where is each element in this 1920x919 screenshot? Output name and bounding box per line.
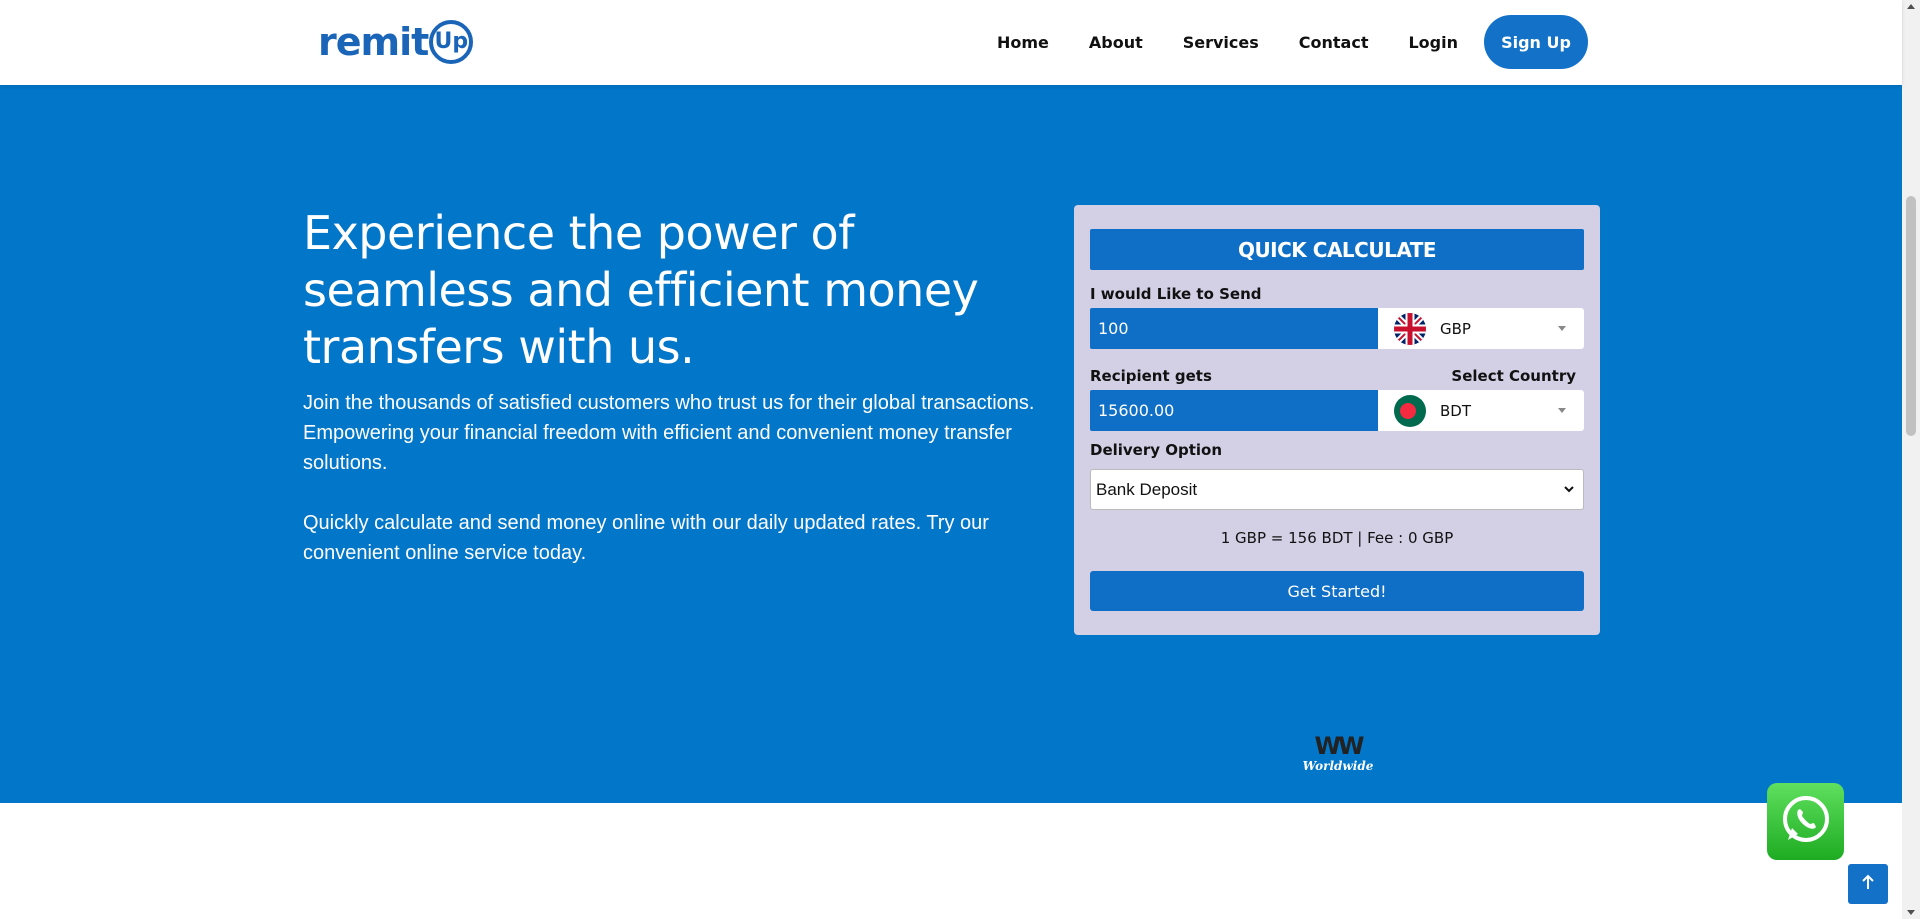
chevron-down-icon <box>1563 482 1575 498</box>
get-started-button[interactable]: Get Started! <box>1090 571 1584 611</box>
nav-services[interactable]: Services <box>1183 33 1259 52</box>
nav-home[interactable]: Home <box>997 33 1049 52</box>
recipient-row: 15600.00 BDT <box>1090 390 1584 431</box>
whatsapp-icon <box>1778 792 1834 852</box>
quick-calculate-card: QUICK CALCULATE I would Like to Send 100… <box>1074 205 1600 635</box>
nav-login[interactable]: Login <box>1408 33 1458 52</box>
card-title: QUICK CALCULATE <box>1090 229 1584 270</box>
send-currency-select[interactable]: GBP <box>1378 308 1584 349</box>
hero-headline: Experience the power of seamless and eff… <box>303 206 979 374</box>
delivery-option-value: Bank Deposit <box>1096 479 1198 499</box>
scrollbar-thumb[interactable] <box>1906 196 1916 436</box>
recipient-currency-code: BDT <box>1440 401 1472 420</box>
recipient-currency-select[interactable]: BDT <box>1378 390 1584 431</box>
send-amount-input[interactable]: 100 <box>1090 308 1378 349</box>
hero-section: Experience the power of seamless and eff… <box>0 85 1902 803</box>
worldwide-logo-mark: WW <box>1314 732 1365 760</box>
worldwide-badge: WW Worldwide <box>1300 733 1376 773</box>
logo-up-text: Up <box>434 29 469 54</box>
send-currency-code: GBP <box>1440 319 1471 338</box>
scroll-down-arrow-icon[interactable] <box>1907 910 1915 915</box>
main-nav: Home About Services Contact Login Sign U… <box>997 15 1588 69</box>
send-row: 100 GBP <box>1090 308 1584 349</box>
uk-flag-icon <box>1394 312 1426 345</box>
delivery-option-select[interactable]: Bank Deposit <box>1090 469 1584 510</box>
remitup-logo[interactable]: remit Up <box>318 18 474 66</box>
recipient-amount-input[interactable]: 15600.00 <box>1090 390 1378 431</box>
worldwide-logo-text: Worldwide <box>1302 759 1374 773</box>
bangladesh-flag-icon <box>1394 394 1426 427</box>
sign-up-button[interactable]: Sign Up <box>1484 15 1588 69</box>
page-scrollbar[interactable] <box>1902 0 1920 919</box>
nav-contact[interactable]: Contact <box>1299 33 1369 52</box>
site-header: remit Up Home About Services Contact Log… <box>0 0 1902 85</box>
logo-text: remit <box>318 20 429 64</box>
scroll-to-top-button[interactable] <box>1848 864 1888 904</box>
hero-paragraph-2: Quickly calculate and send money online … <box>303 512 989 564</box>
select-country-label: Select Country <box>1451 367 1576 385</box>
hero-paragraph-1: Join the thousands of satisfied customer… <box>303 392 1035 474</box>
recipient-label: Recipient gets <box>1090 367 1212 385</box>
scroll-up-arrow-icon[interactable] <box>1907 4 1915 9</box>
send-label: I would Like to Send <box>1090 285 1262 303</box>
delivery-label: Delivery Option <box>1090 441 1223 459</box>
chevron-down-icon <box>1558 326 1566 331</box>
logo-up-circle: Up <box>429 20 474 64</box>
chevron-down-icon <box>1558 408 1566 413</box>
nav-about[interactable]: About <box>1089 33 1143 52</box>
whatsapp-button[interactable] <box>1767 783 1844 860</box>
exchange-rate-text: 1 GBP = 156 BDT | Fee : 0 GBP <box>1220 529 1454 547</box>
arrow-up-icon <box>1861 874 1875 895</box>
